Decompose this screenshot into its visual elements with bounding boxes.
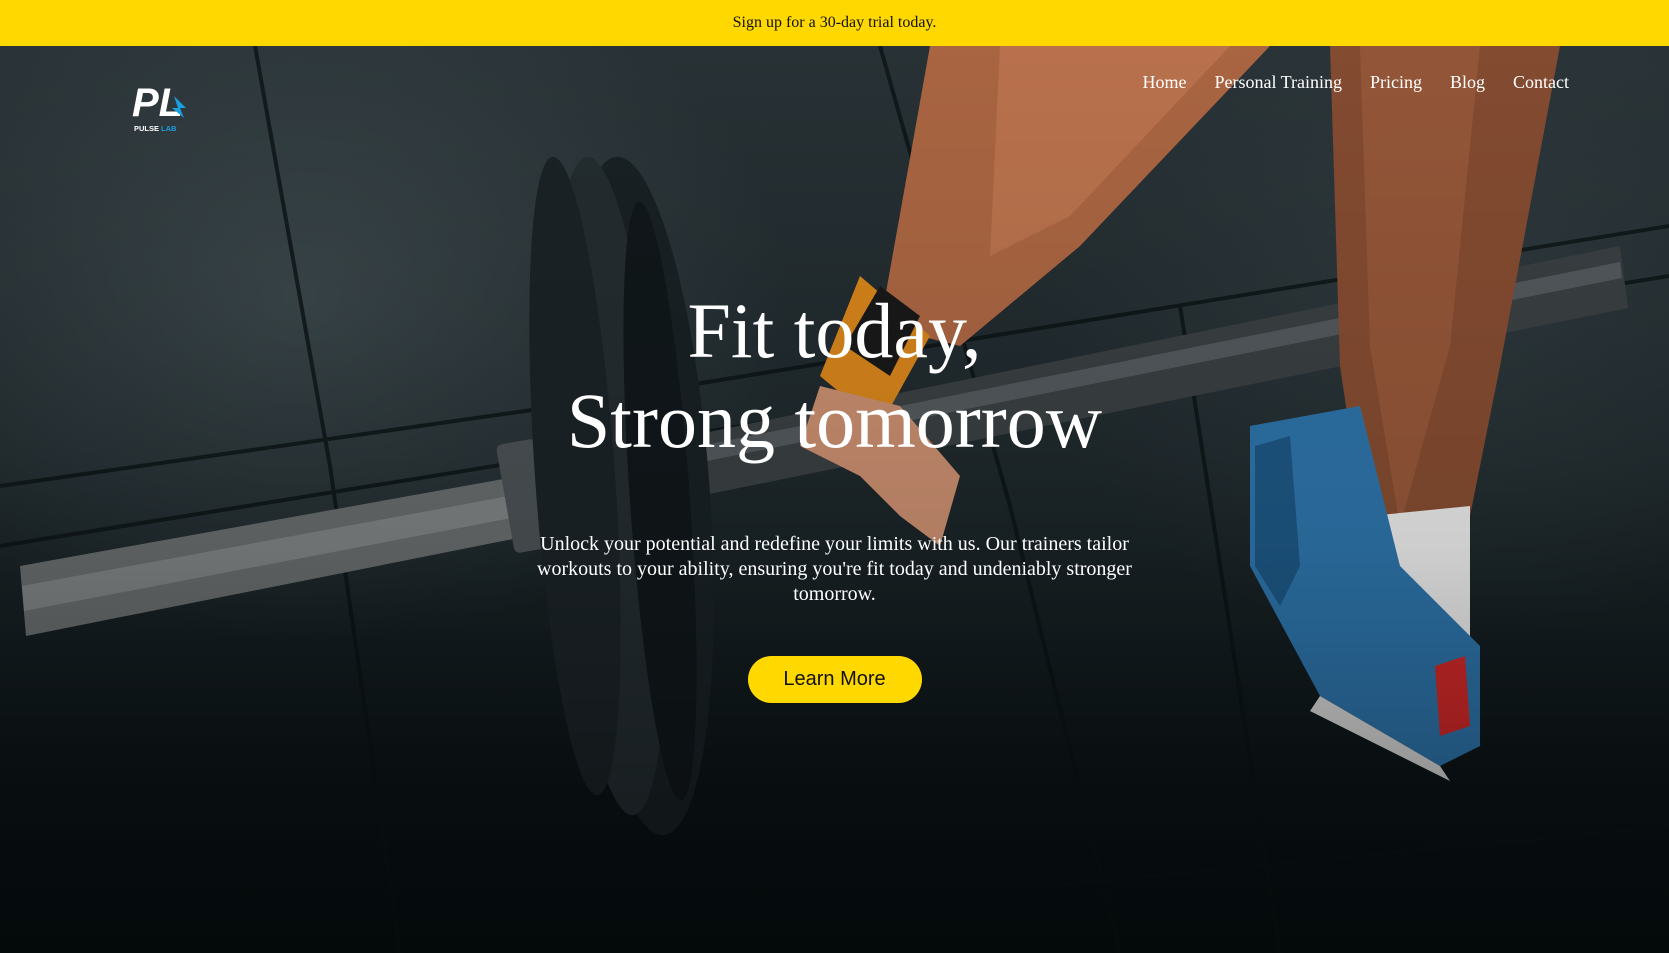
hero-description: Unlock your potential and redefine your … bbox=[537, 533, 1132, 605]
logo-word-lab: LAB bbox=[161, 124, 177, 133]
nav-personal-training[interactable]: Personal Training bbox=[1214, 72, 1342, 93]
landing-page: Sign up for a 30-day trial today. PL PUL… bbox=[0, 0, 1669, 953]
hero-content: Fit today, Strong tomorrow Unlock your p… bbox=[0, 286, 1669, 703]
nav-contact[interactable]: Contact bbox=[1513, 72, 1569, 93]
logo-initials: PL bbox=[132, 81, 183, 125]
hero-section: PL PULSE LAB Home Personal Training Pric… bbox=[0, 46, 1669, 953]
hero-headline-line-2: Strong tomorrow bbox=[566, 377, 1103, 464]
nav-home[interactable]: Home bbox=[1142, 72, 1186, 93]
logo-word-pulse: PULSE bbox=[134, 124, 159, 133]
main-navigation: Home Personal Training Pricing Blog Cont… bbox=[1142, 72, 1569, 93]
promo-banner[interactable]: Sign up for a 30-day trial today. bbox=[0, 0, 1669, 46]
promo-text[interactable]: Sign up for a 30-day trial today. bbox=[733, 14, 937, 32]
brand-logo[interactable]: PL PULSE LAB bbox=[130, 78, 192, 134]
hero-headline: Fit today, Strong tomorrow bbox=[0, 286, 1669, 466]
brand-logo-mark: PL PULSE LAB bbox=[132, 81, 186, 133]
learn-more-button[interactable]: Learn More bbox=[747, 656, 922, 703]
nav-blog[interactable]: Blog bbox=[1450, 72, 1485, 93]
nav-pricing[interactable]: Pricing bbox=[1370, 72, 1422, 93]
hero-headline-line-1: Fit today, bbox=[687, 287, 982, 374]
